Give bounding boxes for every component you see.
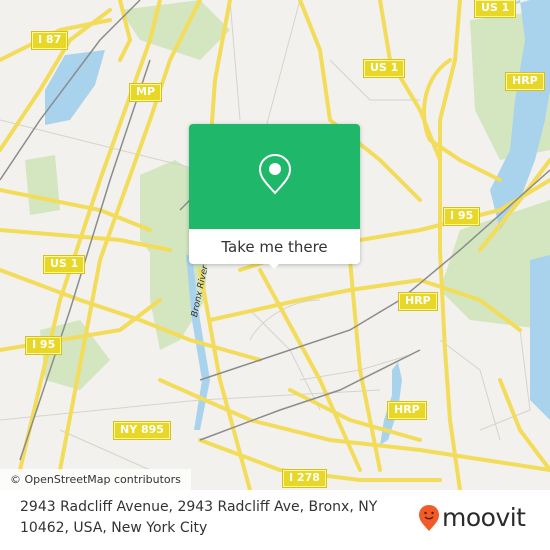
shield-us1-mid: US 1 [362,59,406,78]
shield-hrp-top: HRP [505,72,545,91]
shield-i95-left: I 95 [24,336,63,355]
moovit-logo[interactable]: moovit [418,504,526,532]
shield-ny895: NY 895 [113,421,171,440]
map-page: I 87 MP US 1 US 1 US 1 HRP I 95 HRP I 95… [0,0,550,550]
popup-pointer [265,260,283,269]
osm-attribution[interactable]: © OpenStreetMap contributors [0,469,191,490]
moovit-pin-icon [419,505,439,531]
shield-hrp-mid: HRP [398,292,438,311]
location-popup: Take me there [189,124,360,269]
shield-i87: I 87 [30,31,69,50]
take-me-there-button[interactable]: Take me there [189,229,360,264]
location-pin-icon [258,153,292,195]
address-text: 2943 Radcliff Avenue, 2943 Radcliff Ave,… [20,499,378,536]
shield-us1-top: US 1 [473,0,517,18]
shield-mp: MP [128,83,163,102]
shield-i95-right: I 95 [442,207,481,226]
brand-name: moovit [442,503,526,532]
shield-i278: I 278 [282,469,327,488]
popup-header [189,124,360,229]
shield-hrp-low: HRP [387,401,427,420]
map-canvas[interactable]: I 87 MP US 1 US 1 US 1 HRP I 95 HRP I 95… [0,0,550,490]
shield-us1-left: US 1 [42,255,86,274]
